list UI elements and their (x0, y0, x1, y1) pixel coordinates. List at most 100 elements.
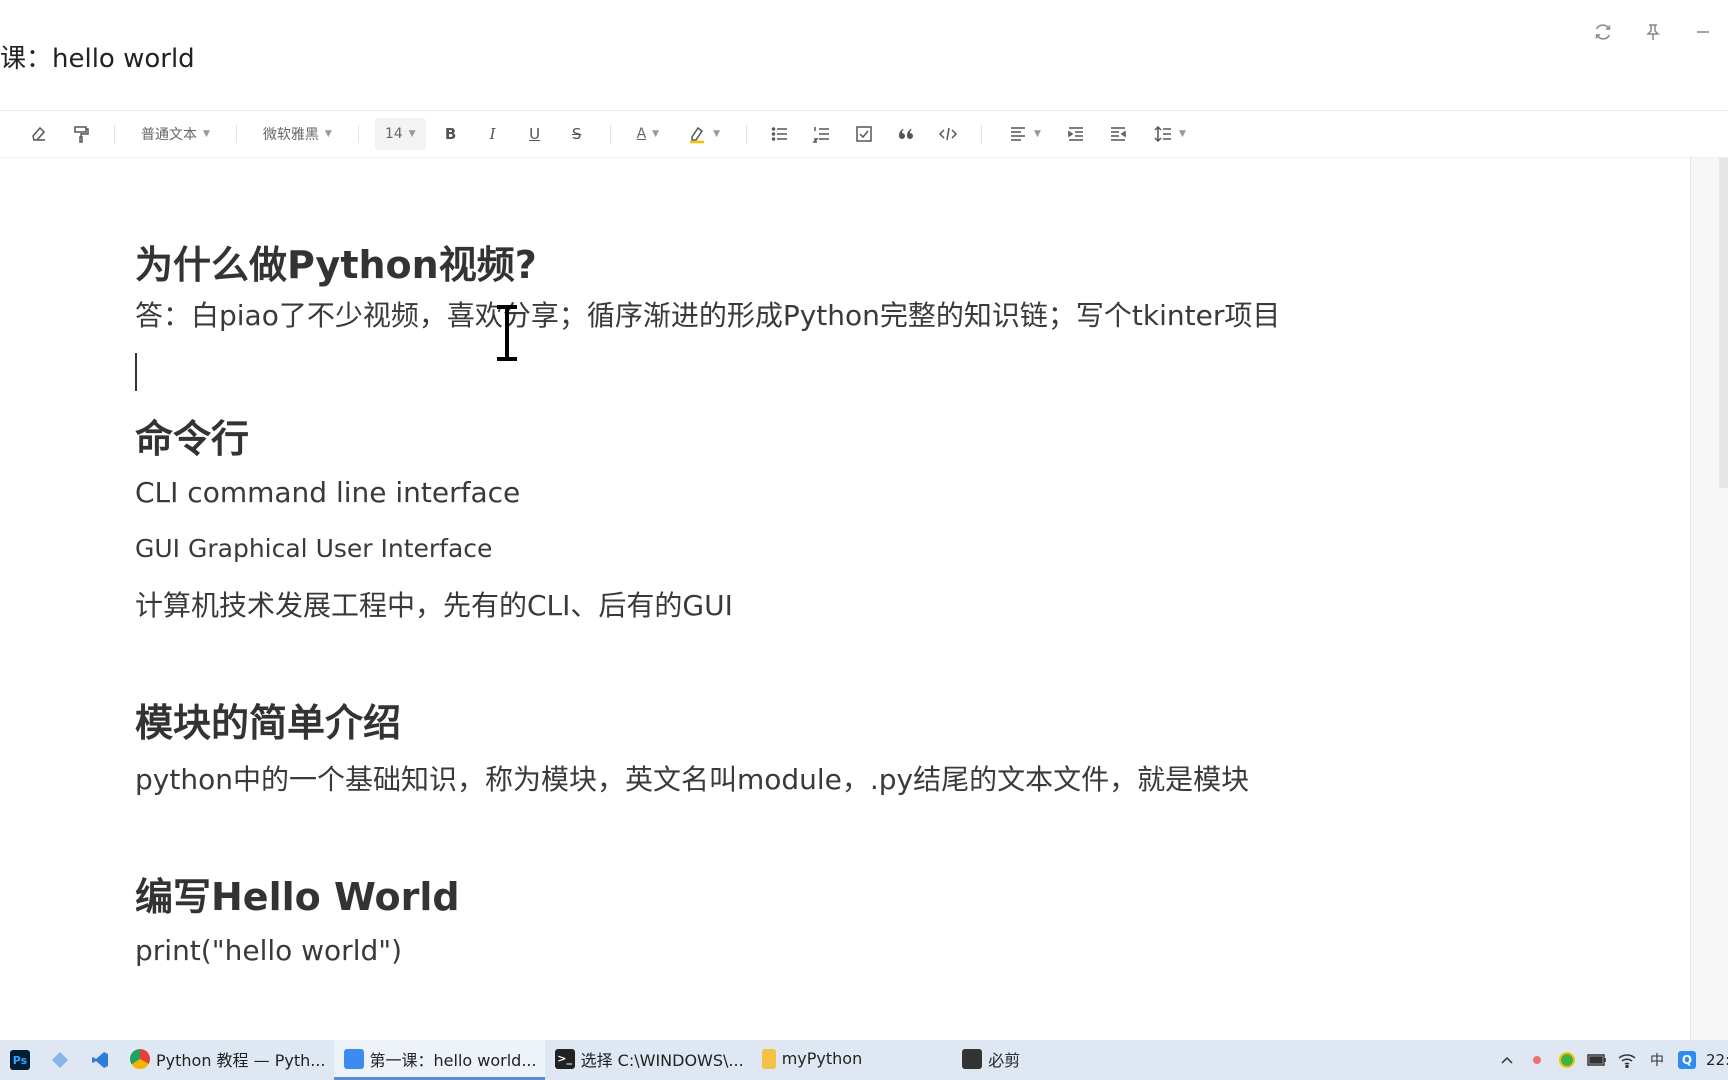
tray-app-icon[interactable] (1552, 1040, 1582, 1080)
tray-wifi[interactable] (1612, 1040, 1642, 1080)
paragraph: python中的一个基础知识，称为模块，英文名叫module，.py结尾的文本文… (135, 763, 1250, 796)
pin-button[interactable] (1628, 12, 1678, 52)
code-icon (938, 127, 958, 141)
code-button[interactable] (931, 118, 965, 150)
format-painter-button[interactable] (64, 118, 98, 150)
outdent-icon (1110, 127, 1126, 141)
tray-battery[interactable] (1582, 1040, 1612, 1080)
window-controls (1578, 12, 1728, 52)
toolbar-divider (746, 125, 748, 143)
scrollbar-thumb[interactable] (1719, 158, 1728, 488)
battery-icon (1587, 1054, 1606, 1066)
ibeam-cursor-icon (497, 305, 517, 361)
taskbar-app-chrome[interactable]: Python 教程 — Pyth... (120, 1040, 334, 1080)
paragraph: 答：白piao了不少视频，喜欢分享；循序渐进的形成Python完整的知识链；写个… (135, 299, 1281, 332)
align-left-icon (1011, 127, 1026, 141)
toolbar-divider (609, 125, 611, 143)
pin-icon (1646, 24, 1660, 40)
folder-icon (761, 1048, 776, 1069)
toolbar-divider (981, 125, 983, 143)
eraser-icon (32, 126, 46, 141)
font-color-dropdown[interactable]: A ▼ (627, 118, 670, 150)
bold-button[interactable]: B (434, 118, 468, 150)
bijian-icon (962, 1048, 983, 1069)
text-style-dropdown[interactable]: 普通文本 ▼ (131, 118, 220, 150)
paragraph: CLI command line interface (135, 476, 521, 509)
line-height-dropdown[interactable]: ▼ (1143, 118, 1196, 150)
highlight-color-dropdown[interactable]: ▼ (677, 118, 730, 150)
document-editor[interactable]: 为什么做Python视频? 答：白piao了不少视频，喜欢分享；循序渐进的形成P… (0, 158, 1690, 1040)
notes-app-icon (343, 1048, 364, 1069)
clear-format-button[interactable] (22, 118, 56, 150)
wifi-icon (1618, 1054, 1636, 1068)
taskbar-app-explorer[interactable]: myPython (752, 1040, 953, 1080)
chrome-icon (130, 1048, 150, 1069)
taskbar-pinned-git[interactable] (40, 1040, 80, 1080)
taskbar-app-label: Python 教程 — Pyth... (156, 1050, 326, 1070)
taskbar-pinned-vscode[interactable] (80, 1040, 120, 1080)
title-bar: 课：hello world (0, 0, 1728, 110)
align-dropdown[interactable]: ▼ (998, 118, 1051, 150)
chevron-down-icon: ▼ (324, 129, 332, 139)
numbered-list-icon (812, 127, 830, 143)
refresh-button[interactable] (1578, 12, 1628, 52)
strikethrough-button[interactable]: S (560, 118, 594, 150)
indent-icon (1068, 127, 1083, 141)
taskbar-app-cmd[interactable]: >_ 选择 C:\WINDOWS\... (545, 1040, 752, 1080)
underline-button[interactable]: U (518, 118, 552, 150)
font-color-icon: A (636, 126, 647, 142)
tray-record-indicator[interactable] (1522, 1040, 1552, 1080)
chevron-down-icon: ▼ (1034, 129, 1041, 139)
record-dot-icon (1533, 1056, 1541, 1064)
paragraph: GUI Graphical User Interface (135, 534, 493, 563)
taskbar-app-bijian[interactable]: 必剪 (952, 1040, 1028, 1080)
vertical-scrollbar[interactable] (1690, 158, 1728, 1040)
taskbar-pinned-photoshop[interactable]: Ps (0, 1040, 40, 1080)
quote-icon (899, 129, 914, 139)
outdent-button[interactable] (1101, 118, 1135, 150)
cmd-icon: >_ (554, 1048, 575, 1069)
font-size-dropdown[interactable]: 14 ▼ (374, 118, 426, 150)
qq-icon: Q (1678, 1051, 1696, 1069)
taskbar-clock[interactable]: 22: (1702, 1051, 1728, 1069)
checkbox-icon (856, 126, 872, 142)
minimize-button[interactable] (1678, 12, 1728, 52)
vscode-icon (92, 1052, 108, 1068)
line-height-icon (1154, 125, 1171, 143)
section-heading: 模块的简单介绍 (135, 701, 402, 745)
photoshop-icon: Ps (10, 1050, 30, 1070)
chevron-down-icon: ▼ (652, 129, 660, 139)
system-tray: 中 Q 22: (1492, 1040, 1728, 1080)
tray-expand-button[interactable] (1492, 1040, 1522, 1080)
font-size-value: 14 (384, 126, 403, 142)
font-family-dropdown[interactable]: 微软雅黑 ▼ (253, 118, 342, 150)
tray-ime-indicator[interactable]: 中 (1642, 1040, 1672, 1080)
refresh-icon (1595, 24, 1611, 40)
section-heading: 命令行 (135, 417, 250, 461)
document-title[interactable]: 课：hello world (0, 38, 195, 75)
indent-button[interactable] (1059, 118, 1093, 150)
minimize-icon (1697, 31, 1709, 33)
checklist-button[interactable] (847, 118, 881, 150)
git-diamond-icon (52, 1052, 68, 1068)
chevron-down-icon: ▼ (408, 129, 416, 139)
italic-button[interactable]: I (476, 118, 510, 150)
chevron-up-icon (1501, 1056, 1513, 1064)
bullet-list-button[interactable] (763, 118, 797, 150)
quote-button[interactable] (889, 118, 923, 150)
taskbar: Ps Python 教程 — Pyth... 第一课：hello world..… (0, 1040, 1728, 1080)
chevron-down-icon: ▼ (203, 129, 210, 139)
chevron-down-icon: ▼ (713, 129, 721, 139)
highlighter-icon (690, 126, 705, 144)
chevron-down-icon: ▼ (1178, 129, 1186, 139)
taskbar-app-label: 选择 C:\WINDOWS\... (580, 1050, 744, 1070)
bullet-list-icon (771, 127, 788, 141)
taskbar-app-notes[interactable]: 第一课：hello world... (333, 1040, 545, 1080)
tray-qq[interactable]: Q (1672, 1040, 1702, 1080)
text-style-value: 普通文本 (141, 127, 197, 143)
green-app-icon (1559, 1052, 1575, 1068)
ordered-list-button[interactable] (805, 118, 839, 150)
toolbar-divider (357, 125, 359, 143)
paragraph: 计算机技术发展工程中，先有的CLI、后有的GUI (135, 589, 733, 622)
text-cursor (135, 353, 137, 391)
